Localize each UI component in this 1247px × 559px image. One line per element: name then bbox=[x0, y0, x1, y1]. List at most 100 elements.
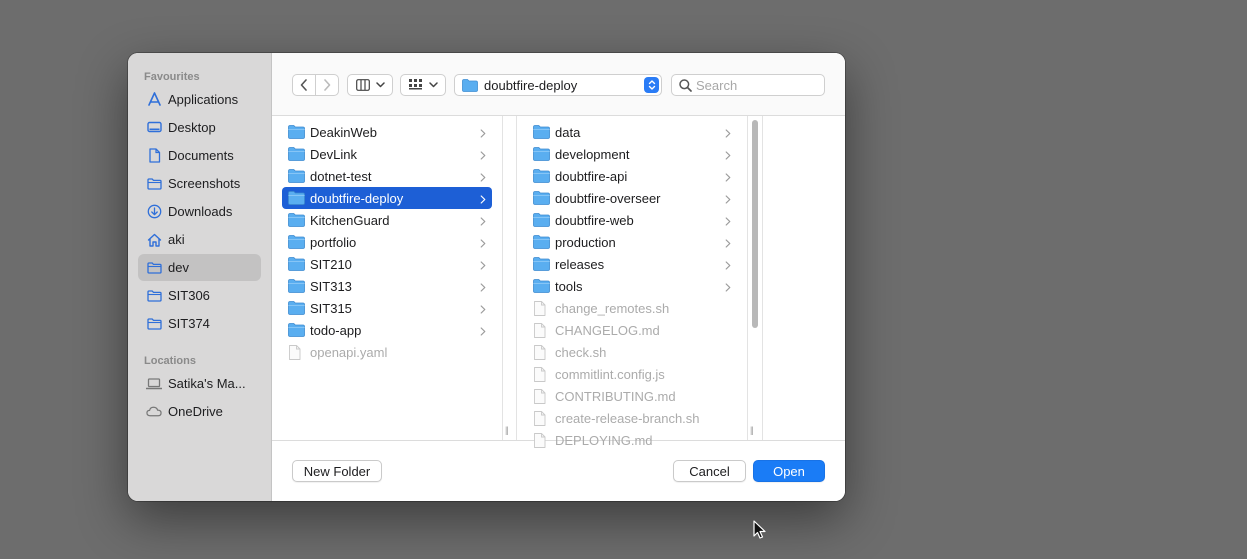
column-resize-handle[interactable]: || bbox=[505, 425, 509, 435]
chevron-right-icon bbox=[725, 214, 731, 229]
column-2-scrollbar[interactable] bbox=[752, 120, 758, 328]
item-name: SIT210 bbox=[310, 256, 352, 272]
desktop-icon bbox=[146, 120, 162, 136]
column-3[interactable] bbox=[763, 116, 845, 440]
search-field[interactable] bbox=[671, 74, 825, 96]
sidebar-item-sit374[interactable]: SIT374 bbox=[138, 310, 261, 337]
sidebar-item-label: Screenshots bbox=[168, 176, 241, 191]
sidebar-item-label: Downloads bbox=[168, 204, 233, 219]
sidebar-item-satika-s-ma[interactable]: Satika's Ma... bbox=[138, 370, 261, 397]
chevron-right-icon bbox=[480, 192, 486, 207]
stepper-icon bbox=[644, 77, 659, 93]
item-name: releases bbox=[555, 256, 605, 272]
folder-row[interactable]: DevLink bbox=[282, 143, 492, 165]
folder-icon bbox=[533, 125, 550, 139]
column-browser: DeakinWeb DevLink dotnet-test doubtfire-dep… bbox=[272, 116, 845, 448]
chevron-right-icon bbox=[725, 236, 731, 251]
folder-row[interactable]: dotnet-test bbox=[282, 165, 492, 187]
sidebar-item-label: Satika's Ma... bbox=[168, 376, 246, 391]
folder-icon bbox=[533, 191, 550, 205]
chevron-right-icon bbox=[725, 126, 731, 141]
folder-icon bbox=[533, 147, 550, 161]
back-button[interactable] bbox=[292, 74, 316, 96]
folder-icon bbox=[462, 78, 478, 92]
chevron-right-icon bbox=[725, 170, 731, 185]
item-name: doubtfire-deploy bbox=[310, 190, 404, 206]
sidebar-item-label: dev bbox=[168, 260, 189, 275]
folder-icon bbox=[533, 235, 550, 249]
item-name: openapi.yaml bbox=[310, 344, 388, 360]
folder-row[interactable]: tools bbox=[527, 275, 737, 297]
sidebar-item-label: SIT306 bbox=[168, 288, 210, 303]
sidebar-item-sit306[interactable]: SIT306 bbox=[138, 282, 261, 309]
file-icon bbox=[288, 344, 305, 360]
item-name: development bbox=[555, 146, 630, 162]
column-divider bbox=[747, 116, 748, 440]
sidebar-item-applications[interactable]: Applications bbox=[138, 86, 261, 113]
folder-row[interactable]: todo-app bbox=[282, 319, 492, 341]
folder-icon bbox=[146, 176, 162, 192]
file-row: CONTRIBUTING.md bbox=[527, 385, 737, 407]
folder-row[interactable]: doubtfire-deploy bbox=[282, 187, 492, 209]
folder-row[interactable]: KitchenGuard bbox=[282, 209, 492, 231]
view-mode-button[interactable] bbox=[347, 74, 393, 96]
grid-icon bbox=[408, 79, 422, 90]
sidebar-item-dev[interactable]: dev bbox=[138, 254, 261, 281]
column-2[interactable]: data development doubtfire-api doubtfire-ov… bbox=[517, 116, 747, 448]
folder-row[interactable]: DeakinWeb bbox=[282, 121, 492, 143]
file-row: change_remotes.sh bbox=[527, 297, 737, 319]
sidebar-item-aki[interactable]: aki bbox=[138, 226, 261, 253]
group-by-button[interactable] bbox=[400, 74, 446, 96]
new-folder-button[interactable]: New Folder bbox=[292, 460, 382, 482]
sidebar-item-screenshots[interactable]: Screenshots bbox=[138, 170, 261, 197]
folder-icon bbox=[288, 235, 305, 249]
folder-icon bbox=[533, 257, 550, 271]
cancel-button[interactable]: Cancel bbox=[673, 460, 746, 482]
downloads-icon bbox=[146, 204, 162, 220]
home-icon bbox=[146, 232, 162, 248]
folder-row[interactable]: doubtfire-web bbox=[527, 209, 737, 231]
folder-row[interactable]: production bbox=[527, 231, 737, 253]
folder-row[interactable]: SIT210 bbox=[282, 253, 492, 275]
folder-icon bbox=[288, 125, 305, 139]
item-name: DEPLOYING.md bbox=[555, 432, 653, 448]
folder-row[interactable]: releases bbox=[527, 253, 737, 275]
location-popup[interactable]: doubtfire-deploy bbox=[454, 74, 662, 96]
sidebar-item-desktop[interactable]: Desktop bbox=[138, 114, 261, 141]
folder-icon bbox=[533, 169, 550, 183]
folder-row[interactable]: doubtfire-api bbox=[527, 165, 737, 187]
chevron-right-icon bbox=[480, 258, 486, 273]
open-button[interactable]: Open bbox=[753, 460, 825, 482]
item-name: SIT313 bbox=[310, 278, 352, 294]
folder-row[interactable]: portfolio bbox=[282, 231, 492, 253]
columns-view-icon bbox=[355, 79, 370, 91]
folder-icon bbox=[288, 213, 305, 227]
sidebar-item-label: Documents bbox=[168, 148, 234, 163]
folder-icon bbox=[533, 213, 550, 227]
item-name: SIT315 bbox=[310, 300, 352, 316]
sidebar-item-documents[interactable]: Documents bbox=[138, 142, 261, 169]
folder-icon bbox=[288, 147, 305, 161]
folder-row[interactable]: SIT313 bbox=[282, 275, 492, 297]
folder-row[interactable]: doubtfire-overseer bbox=[527, 187, 737, 209]
folder-row[interactable]: data bbox=[527, 121, 737, 143]
sidebar-item-downloads[interactable]: Downloads bbox=[138, 198, 261, 225]
column-resize-handle[interactable]: || bbox=[750, 425, 754, 435]
laptop-icon bbox=[146, 376, 162, 392]
item-name: portfolio bbox=[310, 234, 357, 250]
item-name: dotnet-test bbox=[310, 168, 372, 184]
file-icon bbox=[533, 410, 550, 426]
search-input[interactable] bbox=[696, 77, 816, 93]
folder-icon bbox=[288, 191, 305, 205]
sidebar-item-onedrive[interactable]: OneDrive bbox=[138, 398, 261, 425]
folder-row[interactable]: SIT315 bbox=[282, 297, 492, 319]
folder-icon bbox=[533, 279, 550, 293]
file-row: CHANGELOG.md bbox=[527, 319, 737, 341]
column-1[interactable]: DeakinWeb DevLink dotnet-test doubtfire-dep… bbox=[272, 116, 502, 440]
forward-button[interactable] bbox=[315, 74, 339, 96]
chevron-right-icon bbox=[480, 324, 486, 339]
folder-row[interactable]: development bbox=[527, 143, 737, 165]
chevron-right-icon bbox=[725, 280, 731, 295]
file-row: openapi.yaml bbox=[282, 341, 492, 363]
cloud-icon bbox=[146, 404, 162, 420]
